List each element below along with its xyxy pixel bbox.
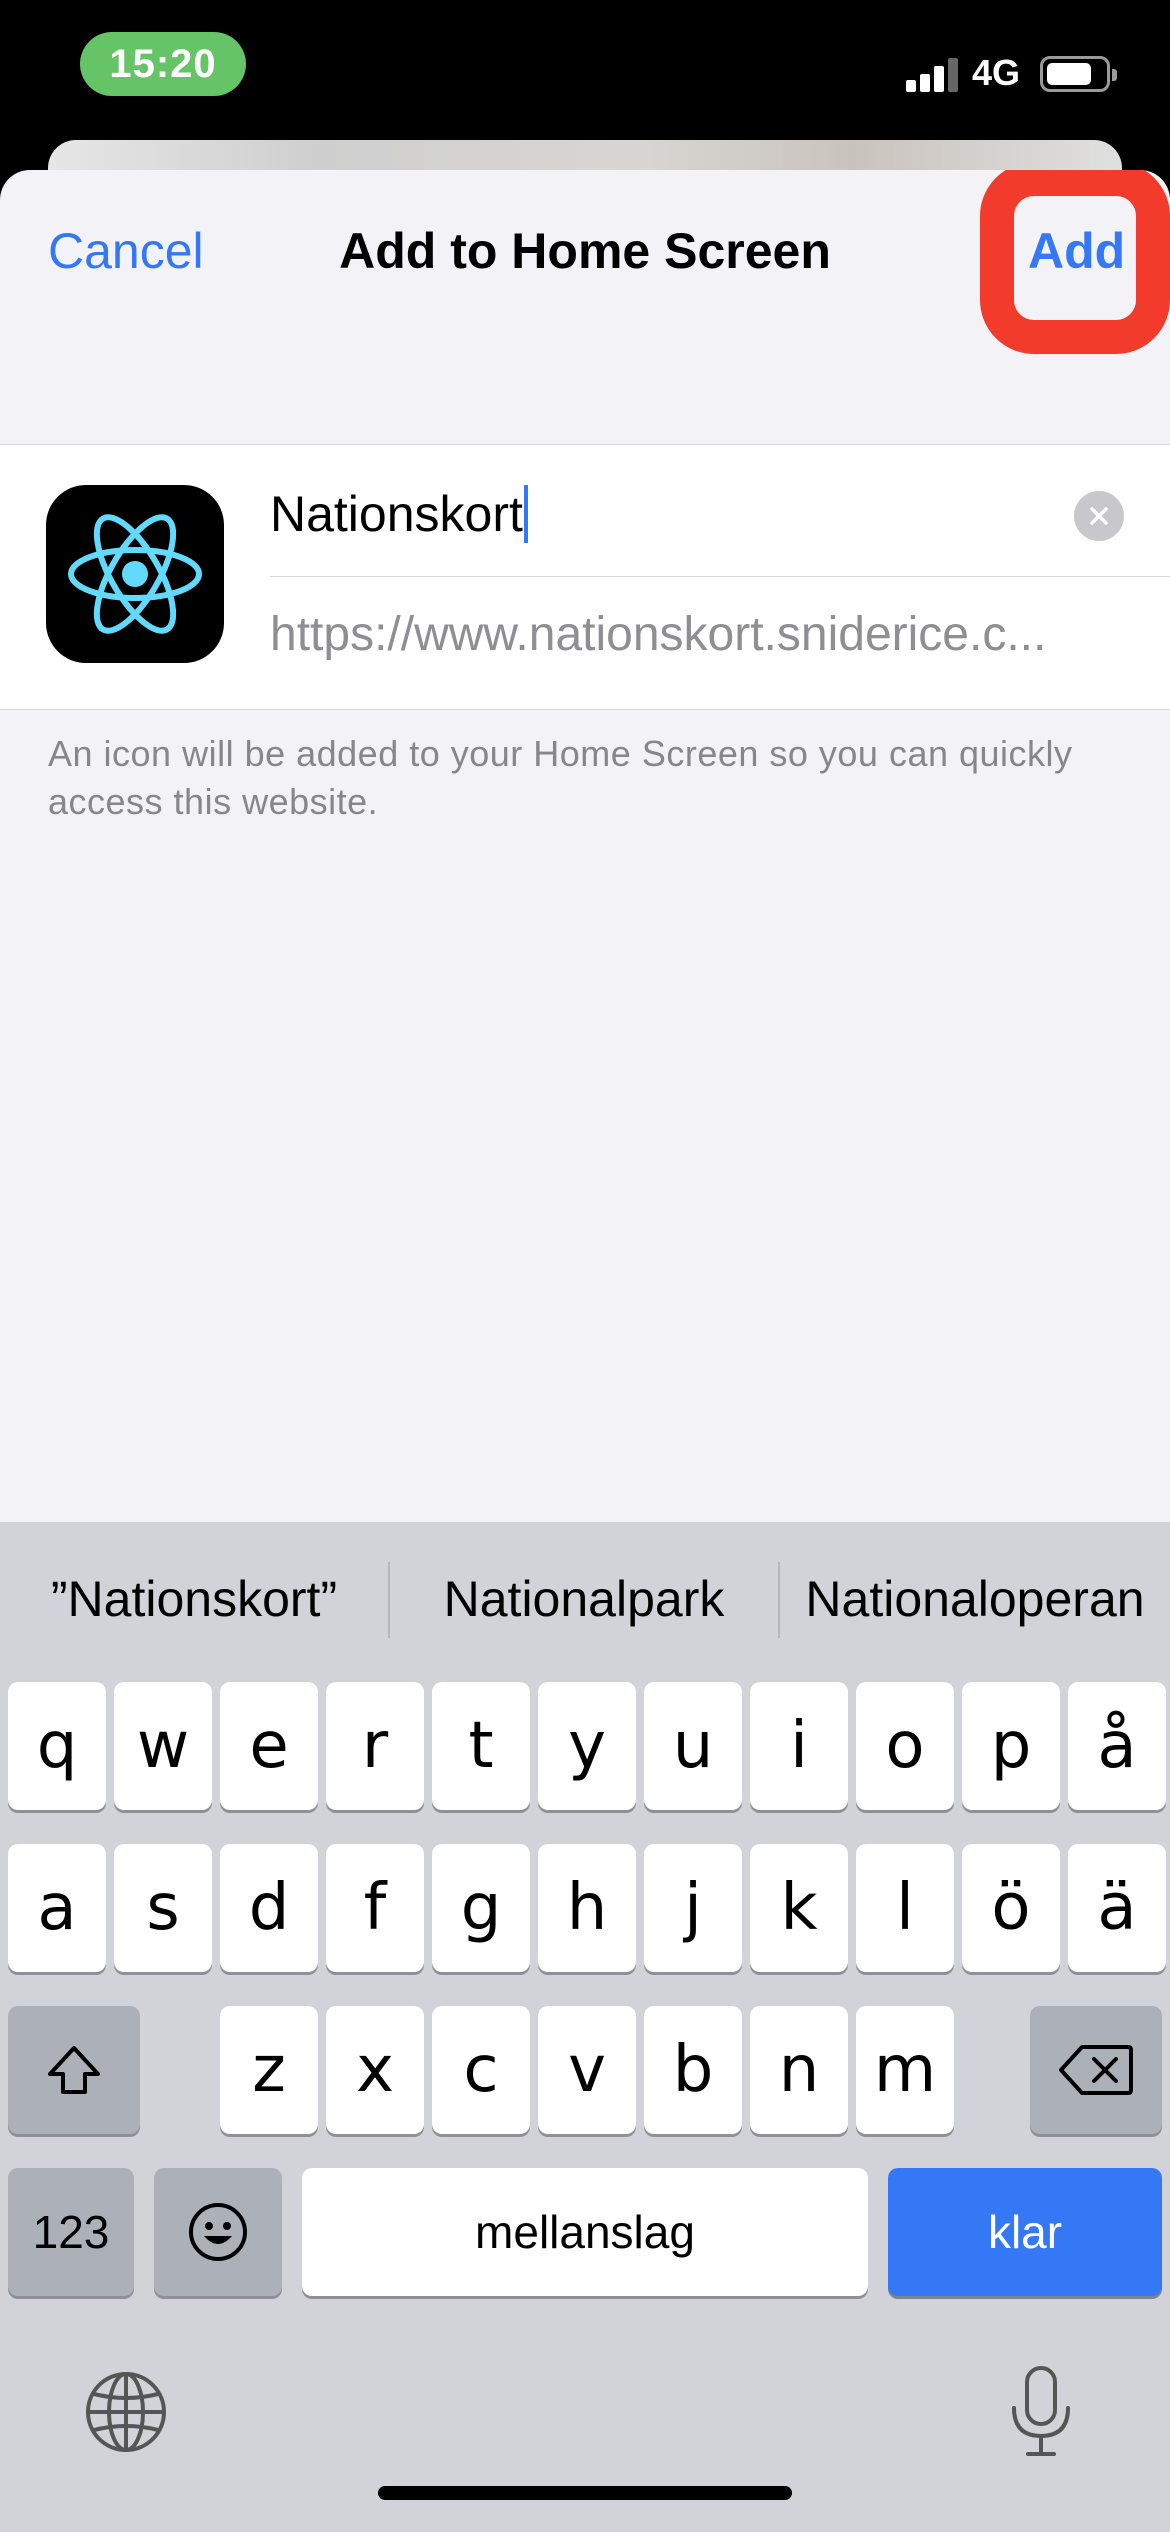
- shift-key[interactable]: [8, 2006, 140, 2134]
- key[interactable]: c: [432, 2006, 530, 2134]
- keyboard: ”Nationskort” Nationalpark Nationalopera…: [0, 1522, 1170, 2532]
- network-type: 4G: [972, 52, 1021, 93]
- key[interactable]: n: [750, 2006, 848, 2134]
- suggestion-item[interactable]: ”Nationskort”: [0, 1570, 388, 1628]
- url-field: https://www.nationskort.sniderice.c...: [270, 608, 1047, 661]
- key[interactable]: h: [538, 1844, 636, 1972]
- sheet-nav-bar: Cancel Add to Home Screen Add: [0, 170, 1170, 354]
- suggestion-item[interactable]: Nationalpark: [390, 1570, 778, 1628]
- key[interactable]: d: [220, 1844, 318, 1972]
- space-key[interactable]: mellanslag: [302, 2168, 868, 2296]
- hint-text: An icon will be added to your Home Scree…: [48, 733, 1073, 822]
- bookmark-form: Nationskort https://www.nationskort.snid…: [0, 444, 1170, 710]
- sheet-title: Add to Home Screen: [339, 223, 831, 279]
- numbers-key[interactable]: 123: [8, 2168, 134, 2296]
- key[interactable]: u: [644, 1682, 742, 1810]
- key[interactable]: z: [220, 2006, 318, 2134]
- key[interactable]: q: [8, 1682, 106, 1810]
- status-bar: 15:20 4G: [0, 0, 1170, 140]
- key[interactable]: b: [644, 2006, 742, 2134]
- key[interactable]: k: [750, 1844, 848, 1972]
- key[interactable]: r: [326, 1682, 424, 1810]
- status-time[interactable]: 15:20: [80, 32, 246, 96]
- key[interactable]: x: [326, 2006, 424, 2134]
- key[interactable]: m: [856, 2006, 954, 2134]
- text-caret: [523, 484, 528, 543]
- suggestion-bar: ”Nationskort” Nationalpark Nationalopera…: [0, 1522, 1170, 1682]
- cellular-signal-icon: [906, 58, 958, 92]
- key[interactable]: s: [114, 1844, 212, 1972]
- key[interactable]: p: [962, 1682, 1060, 1810]
- key[interactable]: w: [114, 1682, 212, 1810]
- name-input-value: Nationskort: [270, 484, 528, 547]
- clear-circle-icon[interactable]: [1074, 491, 1124, 541]
- add-button[interactable]: Add: [1028, 222, 1125, 280]
- backspace-key[interactable]: [1030, 2006, 1162, 2134]
- key[interactable]: y: [538, 1682, 636, 1810]
- home-indicator: [378, 2486, 792, 2500]
- return-key[interactable]: klar: [888, 2168, 1162, 2296]
- key[interactable]: i: [750, 1682, 848, 1810]
- react-atom-icon: [46, 485, 224, 663]
- emoji-key[interactable]: [154, 2168, 282, 2296]
- key[interactable]: g: [432, 1844, 530, 1972]
- microphone-icon[interactable]: [1006, 2364, 1076, 2465]
- key[interactable]: ö: [962, 1844, 1060, 1972]
- key[interactable]: e: [220, 1682, 318, 1810]
- suggestion-item[interactable]: Nationaloperan: [780, 1570, 1170, 1628]
- name-input[interactable]: Nationskort: [270, 445, 1170, 577]
- key[interactable]: å: [1068, 1682, 1166, 1810]
- key[interactable]: j: [644, 1844, 742, 1972]
- key[interactable]: l: [856, 1844, 954, 1972]
- shift-icon: [48, 2046, 100, 2094]
- key[interactable]: ä: [1068, 1844, 1166, 1972]
- key[interactable]: o: [856, 1682, 954, 1810]
- screen: 15:20 4G Cancel Add to Home Screen Add N…: [0, 0, 1170, 2532]
- key[interactable]: v: [538, 2006, 636, 2134]
- key[interactable]: t: [432, 1682, 530, 1810]
- key[interactable]: a: [8, 1844, 106, 1972]
- emoji-icon: [189, 2203, 247, 2261]
- battery-icon: [1040, 56, 1117, 92]
- key[interactable]: f: [326, 1844, 424, 1972]
- globe-icon[interactable]: [84, 2370, 168, 2459]
- backspace-icon: [1059, 2045, 1133, 2095]
